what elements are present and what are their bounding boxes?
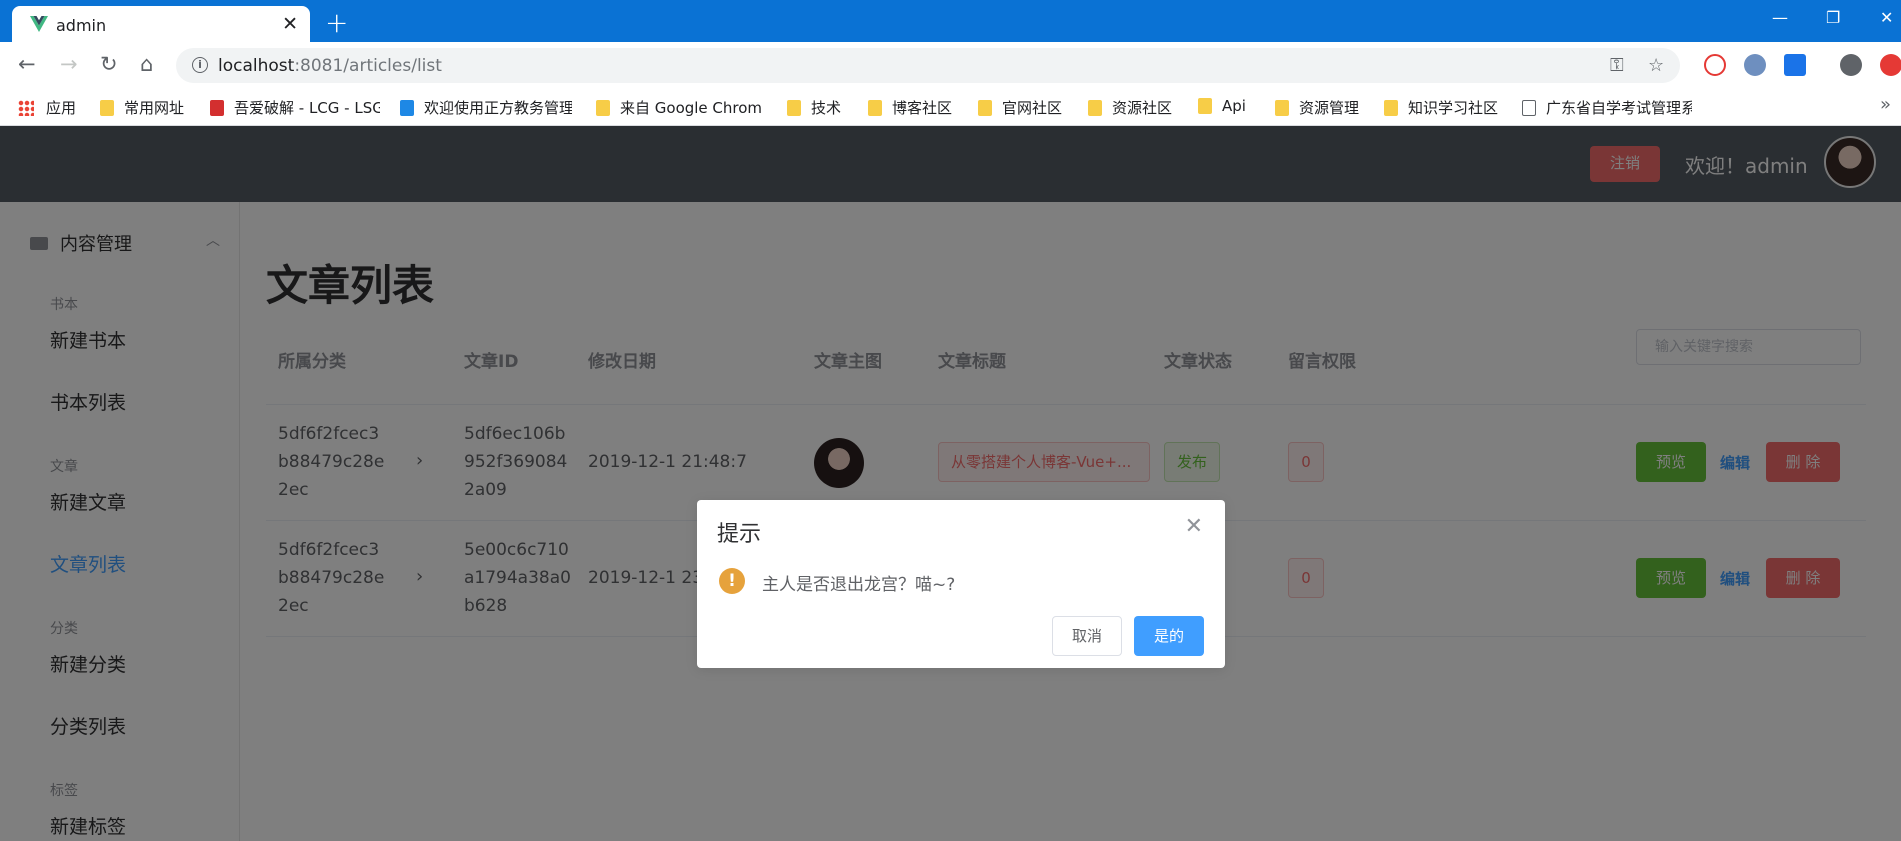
browser-toolbar: ← → ↻ ⌂ i localhost:8081/articles/list ⚿… xyxy=(0,42,1901,88)
site-info-icon[interactable]: i xyxy=(192,57,208,73)
bookmarks-bar: 应用 常用网址 吾爱破解 - LCG - LSG 欢迎使用正方教务管理 来自 G… xyxy=(0,88,1901,126)
confirm-button[interactable]: 是的 xyxy=(1134,616,1204,656)
close-icon[interactable]: ✕ xyxy=(1185,514,1203,539)
folder-icon xyxy=(978,100,992,116)
folder-icon xyxy=(596,100,610,116)
new-tab-button[interactable]: + xyxy=(325,6,348,39)
folder-icon xyxy=(868,100,882,116)
bookmark-folder[interactable]: 技术 xyxy=(787,97,855,117)
home-icon[interactable]: ⌂ xyxy=(140,52,153,76)
modal-overlay[interactable] xyxy=(0,126,1901,841)
bookmark-link[interactable]: 吾爱破解 - LCG - LSG xyxy=(210,97,380,117)
bookmark-folder[interactable]: 官网社区 xyxy=(978,97,1078,117)
window-close-icon[interactable]: ✕ xyxy=(1880,8,1893,27)
profile-icon[interactable] xyxy=(1840,54,1862,76)
cancel-button[interactable]: 取消 xyxy=(1052,616,1122,656)
dialog-title: 提示 xyxy=(717,522,762,547)
bookmarks-more-icon[interactable]: » xyxy=(1880,94,1891,115)
extension-icon[interactable] xyxy=(1880,54,1901,76)
folder-icon xyxy=(1198,98,1212,114)
bookmark-folder[interactable]: 资源管理 xyxy=(1275,97,1385,117)
extension-icon[interactable] xyxy=(1744,54,1766,76)
folder-icon xyxy=(787,100,801,116)
key-icon[interactable]: ⚿ xyxy=(1610,55,1624,76)
vue-icon xyxy=(30,16,48,32)
dialog-message: 主人是否退出龙宫？喵~? xyxy=(762,575,956,595)
confirm-dialog: 提示 ✕ ! 主人是否退出龙宫？喵~? 取消 是的 xyxy=(697,500,1225,668)
url-text: localhost:8081/articles/list xyxy=(218,56,442,76)
forward-icon[interactable]: → xyxy=(60,52,78,76)
site-icon xyxy=(210,100,224,116)
back-icon[interactable]: ← xyxy=(18,52,36,76)
browser-tabstrip: admin ✕ + — ❐ ✕ xyxy=(0,0,1901,42)
site-icon xyxy=(400,100,414,116)
bookmark-folder[interactable]: 常用网址 xyxy=(100,97,195,117)
minimize-icon[interactable]: — xyxy=(1772,8,1788,27)
reload-icon[interactable]: ↻ xyxy=(100,52,118,76)
folder-icon xyxy=(1275,100,1289,116)
bookmark-folder[interactable]: 来自 Google Chrome xyxy=(596,97,762,117)
bookmark-folder[interactable]: 知识学习社区 xyxy=(1384,97,1514,117)
address-bar[interactable]: i localhost:8081/articles/list ⚿ ☆ xyxy=(176,48,1680,83)
folder-icon xyxy=(1384,100,1398,116)
bookmark-link[interactable]: 广东省自学考试管理系 xyxy=(1522,97,1692,117)
tab-title: admin xyxy=(56,16,107,35)
bookmark-folder[interactable]: 资源社区 xyxy=(1088,97,1188,117)
bookmark-folder[interactable]: 博客社区 xyxy=(868,97,968,117)
folder-icon xyxy=(1088,100,1102,116)
bookmark-folder[interactable]: Api xyxy=(1198,97,1268,117)
extension-icon[interactable] xyxy=(1704,54,1726,76)
folder-icon xyxy=(100,100,114,116)
browser-tab[interactable]: admin ✕ xyxy=(12,6,310,42)
tab-close-icon[interactable]: ✕ xyxy=(282,13,298,35)
restore-icon[interactable]: ❐ xyxy=(1826,8,1840,27)
apps-icon xyxy=(18,100,34,116)
bookmark-apps[interactable]: 应用 xyxy=(18,97,86,117)
bookmark-link[interactable]: 欢迎使用正方教务管理 xyxy=(400,97,572,117)
warning-icon: ! xyxy=(719,568,745,594)
page-icon xyxy=(1522,100,1536,116)
extension-icon[interactable] xyxy=(1784,54,1806,76)
star-icon[interactable]: ☆ xyxy=(1648,55,1664,76)
